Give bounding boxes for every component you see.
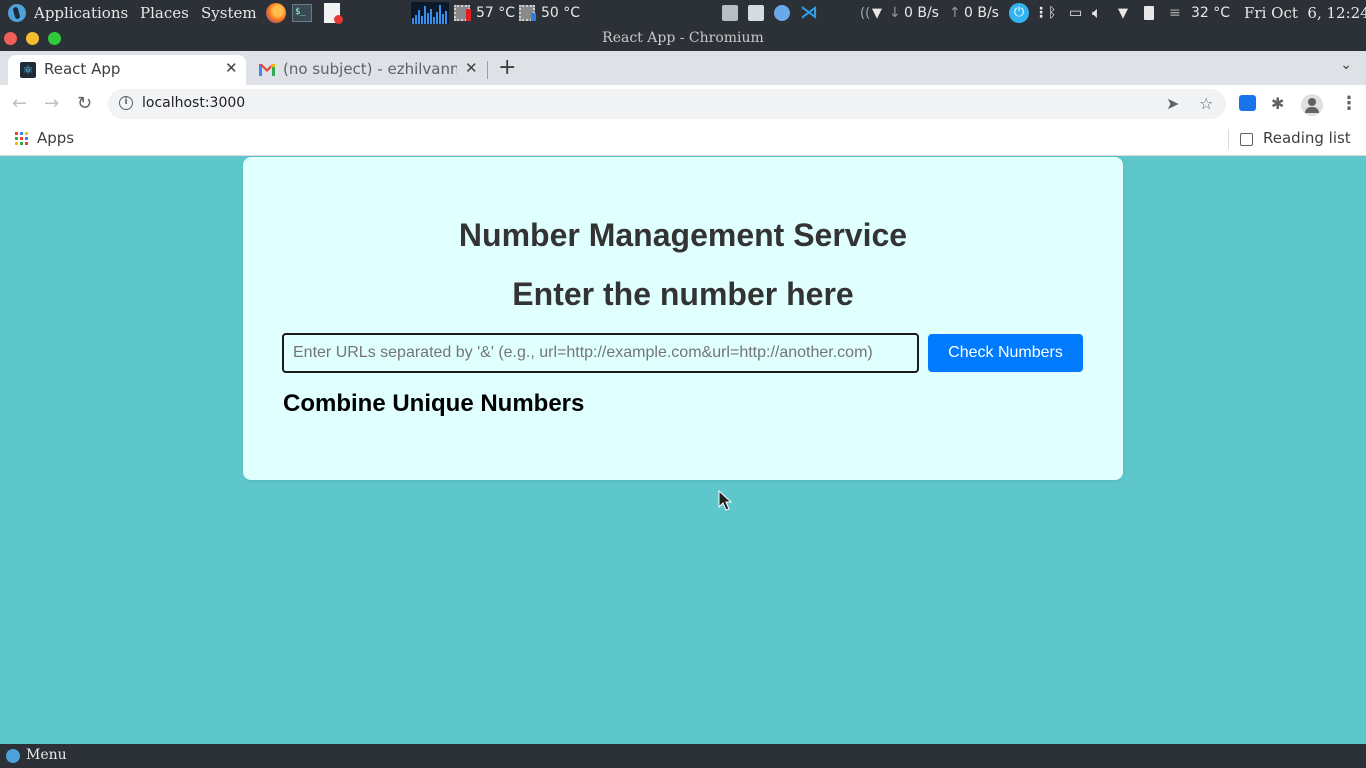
- bookmarks-bar: Apps Reading list: [0, 123, 1366, 156]
- mouse-cursor-icon: [718, 490, 732, 511]
- clock[interactable]: Fri Oct 6, 12:24: [1244, 0, 1366, 26]
- more-vert-icon[interactable]: ⋮: [1034, 0, 1048, 26]
- cpu-temp-2: 50 °C: [541, 5, 581, 21]
- cpu-temp-icon: [454, 0, 471, 26]
- urls-input[interactable]: [282, 333, 919, 373]
- back-arrow-icon[interactable]: ←: [12, 93, 27, 114]
- maximize-window-button[interactable]: [48, 32, 61, 45]
- bottom-panel: Menu: [0, 744, 1366, 768]
- menu-button[interactable]: Menu: [26, 747, 67, 763]
- main-card: Number Management Service Enter the numb…: [243, 157, 1123, 480]
- chromium-tray-icon[interactable]: [774, 0, 790, 26]
- net-down-speed: 0 B/s: [904, 5, 939, 21]
- extension-reader-icon[interactable]: [1239, 95, 1256, 111]
- files-tray-icon[interactable]: [748, 0, 764, 26]
- send-tab-icon[interactable]: ➤: [1166, 94, 1179, 113]
- cpu-temp-1: 57 °C: [476, 5, 516, 21]
- window-titlebar[interactable]: React App - Chromium: [0, 26, 1366, 51]
- vscode-tray-icon[interactable]: ⋊: [800, 0, 818, 26]
- tab-title: React App: [44, 60, 121, 78]
- distro-logo-icon[interactable]: [8, 0, 26, 26]
- react-icon: ⚛: [20, 62, 36, 78]
- power-icon[interactable]: ⏻: [1009, 0, 1029, 26]
- system-menu[interactable]: System: [201, 0, 257, 26]
- apps-grid-icon[interactable]: [15, 132, 28, 145]
- tab-search-chevron-icon[interactable]: ⌄: [1340, 57, 1352, 73]
- address-bar[interactable]: i localhost:3000 ➤ ☆: [108, 89, 1226, 119]
- terminal-launcher-icon[interactable]: $_: [292, 0, 312, 26]
- reload-icon[interactable]: ↻: [77, 93, 92, 114]
- weather-icon: ≡: [1169, 5, 1181, 21]
- result-heading: Combine Unique Numbers: [283, 390, 585, 417]
- browser-toolbar: ← → ↻ i localhost:3000 ➤ ☆ ✱ ⋮: [0, 85, 1366, 123]
- extensions-puzzle-icon[interactable]: ✱: [1271, 94, 1284, 113]
- close-tab-icon[interactable]: ✕: [465, 59, 478, 77]
- tab-react-app[interactable]: ⚛ React App ✕: [8, 55, 246, 85]
- bluetooth-icon[interactable]: ᛒ: [1048, 0, 1056, 26]
- firefox-launcher-icon[interactable]: [266, 0, 286, 26]
- page-viewport: Number Management Service Enter the numb…: [0, 156, 1366, 744]
- profile-avatar-icon[interactable]: [1301, 94, 1323, 116]
- page-subtitle: Enter the number here: [512, 276, 854, 312]
- upload-arrow-icon: ↑: [949, 5, 961, 21]
- menu-logo-icon[interactable]: [6, 749, 20, 763]
- window-title: React App - Chromium: [602, 30, 764, 46]
- bookmark-separator: [1228, 129, 1229, 149]
- download-arrow-icon: ↓: [889, 5, 901, 21]
- system-top-panel: Applications Places System $_ 57 °C 50 °…: [0, 0, 1366, 26]
- check-numbers-button[interactable]: Check Numbers: [928, 334, 1083, 372]
- new-tab-icon[interactable]: +: [498, 55, 516, 80]
- bookmark-star-icon[interactable]: ☆: [1199, 94, 1213, 113]
- page-title: Number Management Service: [458, 217, 908, 253]
- network-activity-icon: ((: [860, 5, 871, 21]
- tab-gmail[interactable]: (no subject) - ezhilvann ✕: [250, 55, 488, 85]
- net-up-speed: 0 B/s: [964, 5, 999, 21]
- reading-list-button[interactable]: Reading list: [1263, 129, 1351, 147]
- tab-separator: [487, 61, 488, 79]
- text-editor-launcher-icon[interactable]: [324, 0, 343, 26]
- reading-list-icon[interactable]: [1240, 133, 1253, 146]
- wifi-signal-icon[interactable]: ▼: [1118, 0, 1128, 26]
- close-tab-icon[interactable]: ✕: [225, 59, 238, 77]
- gmail-icon: [259, 64, 275, 76]
- volume-icon[interactable]: 🔈︎: [1092, 0, 1102, 26]
- close-window-button[interactable]: [4, 32, 17, 45]
- places-menu[interactable]: Places: [140, 0, 189, 26]
- url-text[interactable]: localhost:3000: [142, 95, 245, 111]
- site-info-icon[interactable]: i: [119, 96, 133, 110]
- apps-bookmark[interactable]: Apps: [37, 129, 74, 147]
- wifi-icon[interactable]: ▼: [872, 0, 882, 26]
- applications-menu[interactable]: Applications: [34, 0, 128, 26]
- chrome-menu-icon[interactable]: ⋮: [1340, 93, 1358, 114]
- weather-temp: 32 °C: [1191, 5, 1231, 21]
- tab-strip: ⚛ React App ✕ (no subject) - ezhilvann ✕…: [0, 51, 1366, 85]
- terminal-tray-icon[interactable]: [722, 0, 738, 26]
- battery-icon[interactable]: [1144, 0, 1154, 26]
- tab-title: (no subject) - ezhilvann: [283, 60, 457, 78]
- display-icon[interactable]: ▭: [1069, 0, 1082, 26]
- cpu-graph-icon: [411, 0, 449, 26]
- gpu-temp-icon: [519, 0, 536, 26]
- minimize-window-button[interactable]: [26, 32, 39, 45]
- forward-arrow-icon[interactable]: →: [44, 93, 59, 114]
